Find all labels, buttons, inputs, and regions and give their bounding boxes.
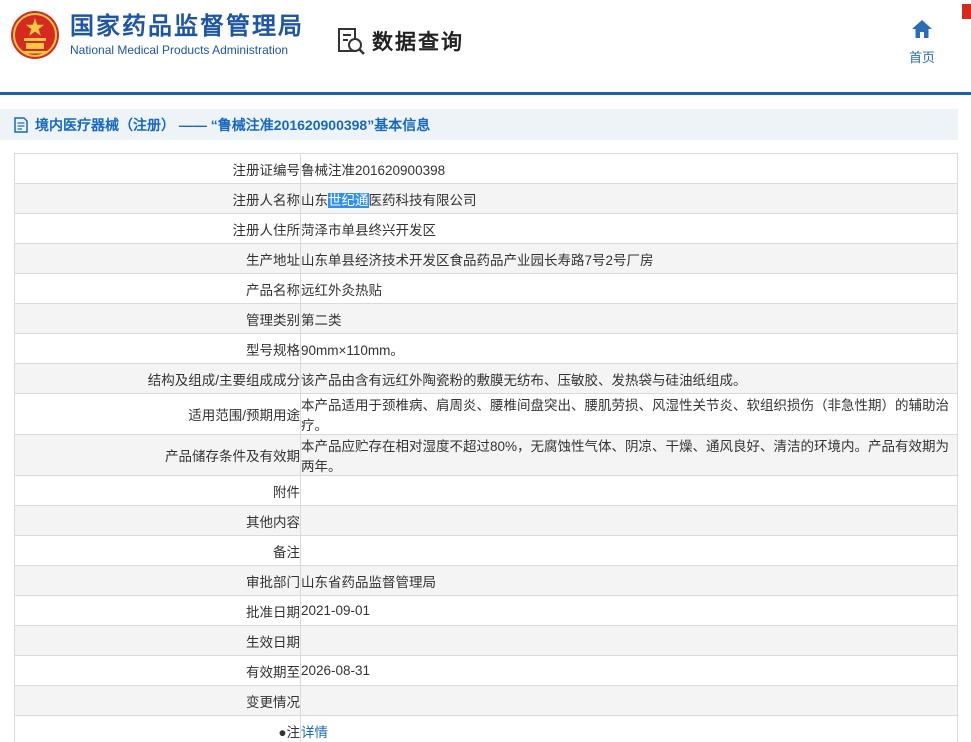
agency-name-cn: 国家药品监督管理局	[70, 12, 304, 40]
row-value: 菏泽市单县终兴开发区	[300, 213, 958, 244]
row-label: 批准日期	[14, 595, 301, 626]
row-label: 管理类别	[14, 303, 301, 334]
highlighted-text: 世纪通	[328, 192, 369, 208]
header-divider	[0, 92, 971, 95]
table-row: 审批部门 山东省药品监督管理局	[14, 565, 958, 596]
row-value: 山东单县经济技术开发区食品药品产业园长寿路7号2号厂房	[300, 243, 958, 274]
row-value: 鲁械注准201620900398	[300, 153, 958, 184]
table-row: 适用范围/预期用途 本产品适用于颈椎病、肩周炎、腰椎间盘突出、腰肌劳损、风湿性关节…	[14, 393, 958, 435]
table-row: 变更情况	[14, 685, 958, 716]
row-value	[300, 625, 958, 656]
table-row: 型号规格 90mm×110mm。	[14, 333, 958, 364]
national-emblem-icon	[11, 11, 59, 59]
table-row: 管理类别 第二类	[14, 303, 958, 334]
table-row: 注册人名称 山东世纪通医药科技有限公司	[14, 183, 958, 214]
row-label: 注册人住所	[14, 213, 301, 244]
table-row: 附件	[14, 475, 958, 506]
row-label: 注册证编号	[14, 153, 301, 184]
registration-info-section: 注册证编号 鲁械注准201620900398 注册人名称 山东世纪通医药科技有限公司注…	[14, 153, 958, 742]
row-label: 生效日期	[14, 625, 301, 656]
row-label: 结构及组成/主要组成成分	[14, 363, 301, 394]
page: 国家药品监督管理局 National Medical Products Admi…	[0, 0, 971, 742]
row-value: 山东省药品监督管理局	[300, 565, 958, 596]
row-label: 备注	[14, 535, 301, 566]
table-row: 注册人住所 菏泽市单县终兴开发区	[14, 213, 958, 244]
home-label: 首页	[908, 50, 935, 65]
home-icon	[912, 20, 932, 38]
table-row: 生产地址 山东单县经济技术开发区食品药品产业园长寿路7号2号厂房	[14, 243, 958, 274]
row-label: 产品名称	[14, 273, 301, 304]
row-label: 变更情况	[14, 685, 301, 716]
row-value	[300, 505, 958, 536]
row-value: 2021-09-01	[300, 595, 958, 626]
row-value: 该产品由含有远红外陶瓷粉的敷膜无纺布、压敏胶、发热袋与硅油纸组成。	[300, 363, 958, 394]
row-label: 产品储存条件及有效期	[14, 434, 301, 476]
row-label: 型号规格	[14, 333, 301, 364]
registration-info-table: 注册证编号 鲁械注准201620900398 注册人名称 山东世纪通医药科技有限公司注…	[14, 153, 958, 742]
breadcrumb-text: 境内医疗器械（注册） —— “鲁械注准201620900398”基本信息	[35, 116, 431, 133]
row-label: 适用范围/预期用途	[14, 393, 301, 435]
table-row: 产品名称 远红外灸热贴	[14, 273, 958, 304]
document-search-icon	[338, 28, 365, 55]
row-value	[300, 685, 958, 716]
data-query-label: 数据查询	[372, 31, 464, 54]
row-value: 详情	[300, 715, 958, 742]
row-value: 远红外灸热贴	[300, 273, 958, 304]
partial-right-logo	[962, 4, 971, 19]
row-value: 本产品应贮存在相对湿度不超过80%，无腐蚀性气体、阴凉、干燥、通风良好、清洁的环…	[300, 434, 958, 476]
document-icon	[14, 116, 28, 133]
row-value	[300, 475, 958, 506]
site-header: 国家药品监督管理局 National Medical Products Admi…	[0, 0, 971, 92]
table-row: 结构及组成/主要组成成分 该产品由含有远红外陶瓷粉的敷膜无纺布、压敏胶、发热袋与硅…	[14, 363, 958, 394]
row-label: 其他内容	[14, 505, 301, 536]
table-row: 其他内容	[14, 505, 958, 536]
row-label: 有效期至	[14, 655, 301, 686]
row-value: 山东世纪通医药科技有限公司	[300, 183, 958, 214]
row-value: 2026-08-31	[300, 655, 958, 686]
row-label: 审批部门	[14, 565, 301, 596]
table-row: ●注 详情	[14, 715, 958, 742]
table-row: 生效日期	[14, 625, 958, 656]
table-row: 备注	[14, 535, 958, 566]
table-row: 批准日期 2021-09-01	[14, 595, 958, 626]
table-row: 注册证编号 鲁械注准201620900398	[14, 153, 958, 184]
row-value: 90mm×110mm。	[300, 333, 958, 364]
table-row: 产品储存条件及有效期 本产品应贮存在相对湿度不超过80%，无腐蚀性气体、阴凉、干燥…	[14, 434, 958, 476]
table-row: 有效期至 2026-08-31	[14, 655, 958, 686]
agency-title-block: 国家药品监督管理局 National Medical Products Admi…	[70, 13, 304, 58]
data-query-header[interactable]: 数据查询	[336, 26, 464, 56]
row-value: 本产品适用于颈椎病、肩周炎、腰椎间盘突出、腰肌劳损、风湿性关节炎、软组织损伤（非…	[300, 393, 958, 435]
agency-name-en: National Medical Products Administration	[70, 43, 289, 58]
home-nav[interactable]: 首页	[900, 20, 944, 66]
breadcrumb: 境内医疗器械（注册） —— “鲁械注准201620900398”基本信息	[0, 109, 958, 140]
row-label: 注册人名称	[14, 183, 301, 214]
agency-logo-block: 国家药品监督管理局 National Medical Products Admi…	[10, 10, 304, 60]
row-value: 第二类	[300, 303, 958, 334]
info-table-body: 注册证编号 鲁械注准201620900398 注册人名称 山东世纪通医药科技有限公司注…	[14, 153, 958, 742]
detail-link[interactable]: 详情	[301, 725, 328, 740]
row-label: 生产地址	[14, 243, 301, 274]
row-label: 附件	[14, 475, 301, 506]
row-value	[300, 535, 958, 566]
row-label: ●注	[14, 715, 301, 742]
